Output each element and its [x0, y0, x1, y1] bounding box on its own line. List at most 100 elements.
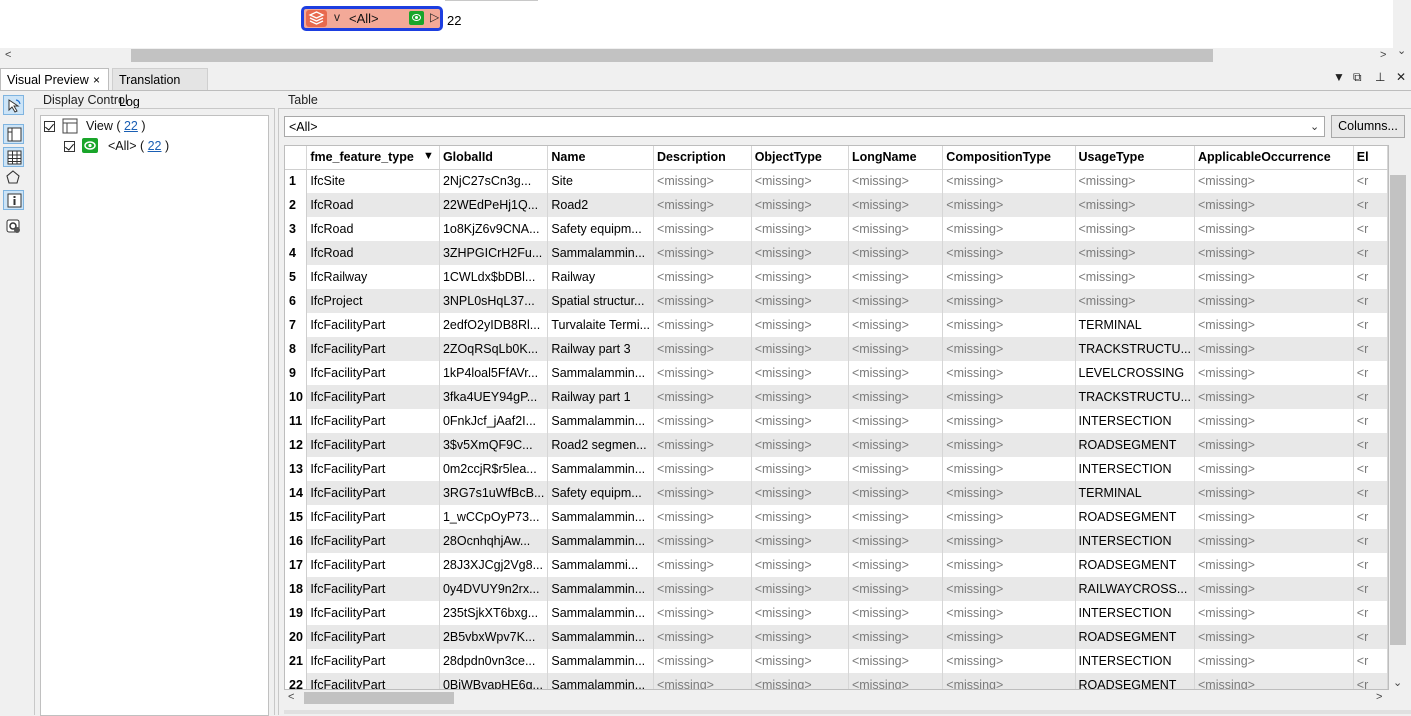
table-cell[interactable]: <missing>: [653, 313, 752, 337]
table-cell[interactable]: <r: [1353, 313, 1388, 337]
table-cell[interactable]: <missing>: [1194, 457, 1354, 481]
table-cell[interactable]: <r: [1353, 433, 1388, 457]
table-cell[interactable]: IfcFacilityPart: [306, 481, 440, 505]
table-cell[interactable]: <missing>: [848, 265, 944, 289]
table-view-toggle[interactable]: [3, 147, 24, 167]
table-cell[interactable]: <r: [1353, 649, 1388, 673]
column-header[interactable]: CompositionType: [942, 146, 1076, 170]
table-cell[interactable]: 1kP4loal5FfAVr...: [439, 361, 549, 385]
table-cell[interactable]: <missing>: [942, 601, 1076, 625]
table-cell[interactable]: IfcSite: [306, 169, 440, 193]
table-cell[interactable]: IfcFacilityPart: [306, 505, 440, 529]
table-cell[interactable]: <missing>: [653, 457, 752, 481]
table-cell[interactable]: <missing>: [653, 409, 752, 433]
table-cell[interactable]: Sammalammi...: [547, 553, 655, 577]
table-cell[interactable]: 235tSjkXT6bxg...: [439, 601, 549, 625]
table-cell[interactable]: <missing>: [1075, 217, 1195, 241]
grid-vertical-thumb[interactable]: [1390, 175, 1406, 645]
table-cell[interactable]: <missing>: [1194, 505, 1354, 529]
table-cell[interactable]: 0BiWBvapHE6q...: [439, 673, 549, 689]
table-cell[interactable]: <missing>: [1075, 265, 1195, 289]
table-cell[interactable]: <r: [1353, 265, 1388, 289]
table-cell[interactable]: TRACKSTRUCTU...: [1075, 385, 1195, 409]
table-cell[interactable]: Sammalammin...: [547, 649, 655, 673]
table-cell[interactable]: Railway part 1: [547, 385, 655, 409]
table-cell[interactable]: <missing>: [942, 169, 1076, 193]
table-cell[interactable]: <missing>: [942, 361, 1076, 385]
table-cell[interactable]: <missing>: [653, 193, 752, 217]
table-cell[interactable]: <missing>: [653, 337, 752, 361]
table-cell[interactable]: <missing>: [848, 577, 944, 601]
table-cell[interactable]: <missing>: [848, 433, 944, 457]
table-cell[interactable]: IfcFacilityPart: [306, 601, 440, 625]
table-cell[interactable]: Sammalammin...: [547, 529, 655, 553]
table-cell[interactable]: Sammalammin...: [547, 457, 655, 481]
table-cell[interactable]: 3NPL0sHqL37...: [439, 289, 549, 313]
table-cell[interactable]: <missing>: [653, 169, 752, 193]
table-cell[interactable]: <missing>: [1194, 217, 1354, 241]
table-cell[interactable]: <missing>: [848, 409, 944, 433]
table-cell[interactable]: <missing>: [848, 289, 944, 313]
table-row[interactable]: 22 IfcFacilityPart 0BiWBvapHE6q... Sammalam…: [285, 673, 1388, 689]
table-cell[interactable]: <missing>: [1194, 241, 1354, 265]
table-cell[interactable]: <missing>: [751, 457, 849, 481]
column-header[interactable]: GlobalId: [439, 146, 549, 170]
table-cell[interactable]: <r: [1353, 193, 1388, 217]
table-row[interactable]: 6 IfcProject 3NPL0sHqL37... Spatial structu…: [285, 289, 1388, 313]
table-cell[interactable]: Sammalammin...: [547, 241, 655, 265]
table-cell[interactable]: ROADSEGMENT: [1075, 673, 1195, 689]
table-cell[interactable]: <missing>: [653, 385, 752, 409]
table-cell[interactable]: <missing>: [751, 385, 849, 409]
column-header[interactable]: UsageType: [1075, 146, 1195, 170]
table-cell[interactable]: <missing>: [848, 385, 944, 409]
table-cell[interactable]: <missing>: [942, 433, 1076, 457]
table-row[interactable]: 16 IfcFacilityPart 28OcnhqhjAw... Sammalamm…: [285, 529, 1388, 553]
workspace-canvas[interactable]: v <All> ▷ 22: [0, 0, 1394, 48]
table-cell[interactable]: <missing>: [1194, 385, 1354, 409]
table-cell[interactable]: IfcProject: [306, 289, 440, 313]
table-cell[interactable]: <missing>: [1194, 577, 1354, 601]
table-cell[interactable]: <missing>: [1194, 313, 1354, 337]
table-cell[interactable]: <missing>: [751, 193, 849, 217]
table-cell[interactable]: <missing>: [751, 169, 849, 193]
table-cell[interactable]: <missing>: [751, 289, 849, 313]
column-header[interactable]: LongName: [848, 146, 944, 170]
table-cell[interactable]: <missing>: [942, 193, 1076, 217]
table-cell[interactable]: <missing>: [942, 241, 1076, 265]
table-cell[interactable]: <missing>: [653, 577, 752, 601]
chevron-left-icon[interactable]: <: [5, 49, 11, 61]
table-cell[interactable]: ROADSEGMENT: [1075, 433, 1195, 457]
table-cell[interactable]: <missing>: [942, 673, 1076, 689]
table-cell[interactable]: IfcFacilityPart: [306, 361, 440, 385]
table-cell[interactable]: <missing>: [653, 481, 752, 505]
table-cell[interactable]: IfcRoad: [306, 217, 440, 241]
table-cell[interactable]: <missing>: [942, 649, 1076, 673]
table-cell[interactable]: <missing>: [942, 409, 1076, 433]
table-cell[interactable]: <missing>: [653, 505, 752, 529]
column-header[interactable]: ObjectType: [751, 146, 849, 170]
table-cell[interactable]: <missing>: [653, 673, 752, 689]
column-header[interactable]: fme_feature_type ▼: [306, 146, 440, 170]
table-cell[interactable]: <missing>: [653, 529, 752, 553]
table-cell[interactable]: INTERSECTION: [1075, 601, 1195, 625]
table-cell[interactable]: <missing>: [942, 313, 1076, 337]
table-cell[interactable]: <missing>: [751, 529, 849, 553]
table-cell[interactable]: <missing>: [653, 241, 752, 265]
table-cell[interactable]: IfcFacilityPart: [306, 649, 440, 673]
table-cell[interactable]: <missing>: [751, 217, 849, 241]
table-cell[interactable]: <missing>: [848, 337, 944, 361]
table-cell[interactable]: <r: [1353, 289, 1388, 313]
table-cell[interactable]: <r: [1353, 529, 1388, 553]
table-cell[interactable]: <missing>: [848, 241, 944, 265]
table-cell[interactable]: <missing>: [848, 481, 944, 505]
table-cell[interactable]: IfcRoad: [306, 241, 440, 265]
table-cell[interactable]: <r: [1353, 361, 1388, 385]
table-cell[interactable]: <r: [1353, 481, 1388, 505]
table-cell[interactable]: <missing>: [1194, 673, 1354, 689]
table-cell[interactable]: <r: [1353, 625, 1388, 649]
table-cell[interactable]: <missing>: [942, 289, 1076, 313]
table-cell[interactable]: <missing>: [1194, 529, 1354, 553]
table-cell[interactable]: <r: [1353, 553, 1388, 577]
view-checkbox[interactable]: [44, 121, 55, 132]
scrollbar-thumb[interactable]: [131, 49, 1213, 62]
